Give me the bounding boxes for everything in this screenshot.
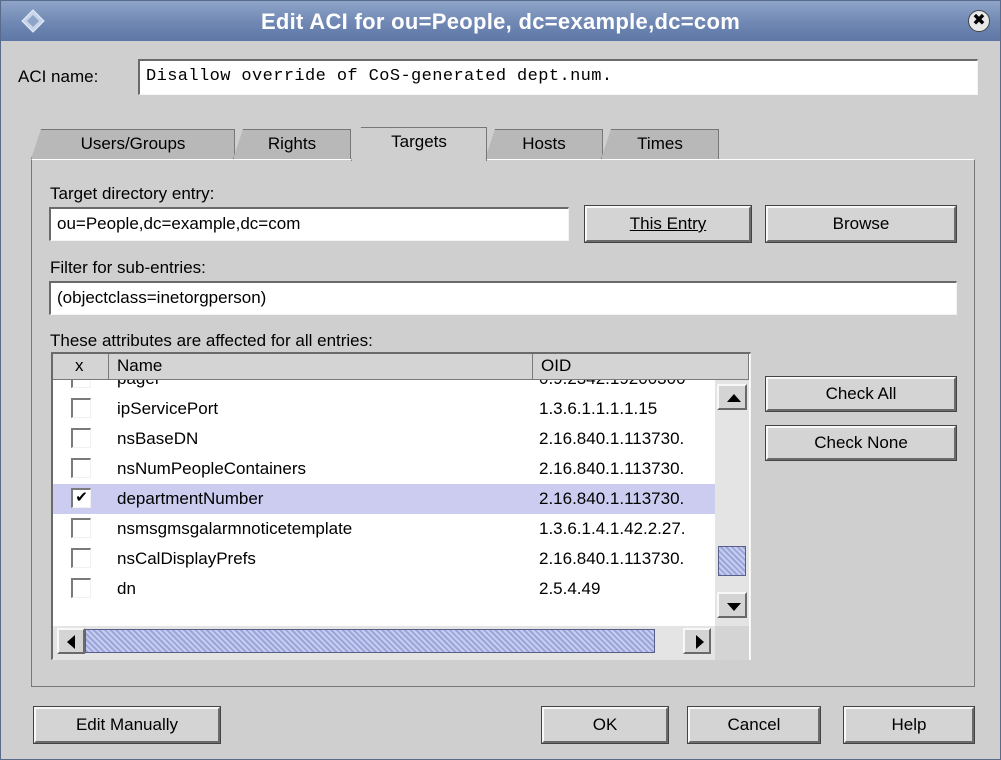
target-entry-label: Target directory entry: <box>50 184 215 203</box>
scroll-down-button[interactable] <box>717 592 747 618</box>
cancel-button-label: Cancel <box>727 715 781 734</box>
row-oid: 2.16.840.1.113730. <box>539 429 685 448</box>
tab-hosts[interactable]: Hosts <box>485 129 603 159</box>
ok-button-label: OK <box>592 715 618 734</box>
scroll-up-button[interactable] <box>717 384 747 410</box>
column-header-oid[interactable]: OID <box>533 354 749 380</box>
table-header: x Name OID <box>53 354 749 380</box>
row-name: dn <box>117 579 136 598</box>
ok-button[interactable]: OK <box>541 706 669 744</box>
tab-users-groups[interactable]: Users/Groups <box>31 129 235 159</box>
tab-targets[interactable]: Targets <box>351 127 487 161</box>
row-oid: 1.3.6.1.1.1.1.15 <box>539 399 658 418</box>
column-header-name[interactable]: Name <box>109 354 533 380</box>
scroll-right-button[interactable] <box>683 628 711 654</box>
edit-aci-dialog: Edit ACI for ou=People, dc=example,dc=co… <box>0 0 1001 760</box>
window-title: Edit ACI for ou=People, dc=example,dc=co… <box>260 9 741 34</box>
tab-rights[interactable]: Rights <box>233 129 351 159</box>
filter-input[interactable]: (objectclass=inetorgperson) <box>49 281 957 315</box>
tab-users-groups-label: Users/Groups <box>80 134 186 153</box>
help-button-label: Help <box>891 715 927 734</box>
row-checkbox[interactable] <box>71 518 91 538</box>
row-checkbox[interactable] <box>71 578 91 598</box>
check-all-button[interactable]: Check All <box>765 376 957 412</box>
target-entry-input[interactable]: ou=People,dc=example,dc=com <box>49 207 569 241</box>
table-body: pager 0.9.2342.19200300 ipServicePort 1.3.6… <box>53 380 715 626</box>
aci-name-label: ACI name: <box>18 67 99 86</box>
arrow-down-icon <box>727 603 741 611</box>
vertical-scroll-thumb[interactable] <box>718 546 746 576</box>
edit-manually-button[interactable]: Edit Manually <box>33 706 221 744</box>
row-checkbox[interactable] <box>71 458 91 478</box>
this-entry-button[interactable]: This Entry <box>584 205 752 243</box>
row-name: nsBaseDN <box>117 429 199 448</box>
tab-hosts-label: Hosts <box>522 134 566 153</box>
filter-label: Filter for sub-entries: <box>50 258 206 277</box>
arrow-right-icon <box>696 635 704 649</box>
tab-times-label: Times <box>637 134 683 153</box>
arrow-left-icon <box>67 635 75 649</box>
help-button[interactable]: Help <box>843 706 975 744</box>
row-name: ipServicePort <box>117 399 219 418</box>
attributes-table: x Name OID pager0.9.2342.19200300ipServi… <box>51 352 751 660</box>
check-none-button[interactable]: Check None <box>765 425 957 461</box>
checkmark-icon: ✔ <box>75 489 88 506</box>
row-checkbox[interactable] <box>71 398 91 418</box>
row-name: departmentNumber <box>117 489 264 508</box>
check-all-button-label: Check All <box>825 384 897 403</box>
table-row[interactable]: dn 2.5.4.49 <box>53 574 715 604</box>
horizontal-scroll-thumb[interactable] <box>85 629 655 653</box>
table-row[interactable]: nsNumPeopleContainers 2.16.840.1.113730. <box>53 454 715 484</box>
row-checkbox[interactable] <box>71 548 91 568</box>
browse-button[interactable]: Browse <box>765 205 957 243</box>
row-name: nsmsgmsgalarmnoticetemplate <box>117 519 353 538</box>
close-icon[interactable]: ✖ <box>968 10 990 32</box>
table-row[interactable]: ✔ departmentNumber 2.16.840.1.113730. <box>53 484 715 514</box>
table-row[interactable]: nsBaseDN 2.16.840.1.113730. <box>53 424 715 454</box>
title-bar[interactable]: Edit ACI for ou=People, dc=example,dc=co… <box>1 1 1000 41</box>
row-name: nsCalDisplayPrefs <box>117 549 256 568</box>
row-oid: 0.9.2342.19200300 <box>539 380 715 394</box>
scroll-corner <box>715 626 749 660</box>
vertical-scrollbar[interactable] <box>715 380 749 626</box>
arrow-up-icon <box>727 394 741 402</box>
aci-name-input[interactable]: Disallow override of CoS-generated dept.… <box>138 59 978 95</box>
tab-times[interactable]: Times <box>601 129 719 159</box>
row-checkbox[interactable] <box>71 380 91 388</box>
attributes-label: These attributes are affected for all en… <box>50 331 373 350</box>
row-checkbox[interactable]: ✔ <box>71 488 91 508</box>
check-none-button-label: Check None <box>814 433 908 452</box>
table-row[interactable]: nsmsgmsgalarmnoticetemplate 1.3.6.1.4.1.4… <box>53 514 715 544</box>
row-oid: 2.16.840.1.113730. <box>539 489 685 508</box>
table-row[interactable]: ipServicePort 1.3.6.1.1.1.1.15 <box>53 394 715 424</box>
row-oid: 2.16.840.1.113730. <box>539 459 685 478</box>
row-oid: 2.16.840.1.113730. <box>539 549 685 568</box>
row-checkbox[interactable] <box>71 428 91 448</box>
tab-rights-label: Rights <box>267 134 317 153</box>
row-name: nsNumPeopleContainers <box>117 459 306 478</box>
scroll-left-button[interactable] <box>57 628 85 654</box>
table-row[interactable]: pager 0.9.2342.19200300 <box>53 380 715 394</box>
row-name: pager <box>117 380 527 394</box>
cancel-button[interactable]: Cancel <box>687 706 821 744</box>
horizontal-scrollbar[interactable] <box>53 626 715 660</box>
tab-targets-label: Targets <box>391 132 447 151</box>
edit-manually-button-label: Edit Manually <box>75 715 179 734</box>
this-entry-button-label: This Entry <box>629 214 707 233</box>
row-oid: 2.5.4.49 <box>539 579 601 598</box>
column-header-check[interactable]: x <box>53 354 109 380</box>
row-oid: 1.3.6.1.4.1.42.2.27. <box>539 519 686 538</box>
table-row[interactable]: nsCalDisplayPrefs 2.16.840.1.113730. <box>53 544 715 574</box>
browse-button-label: Browse <box>832 214 890 233</box>
